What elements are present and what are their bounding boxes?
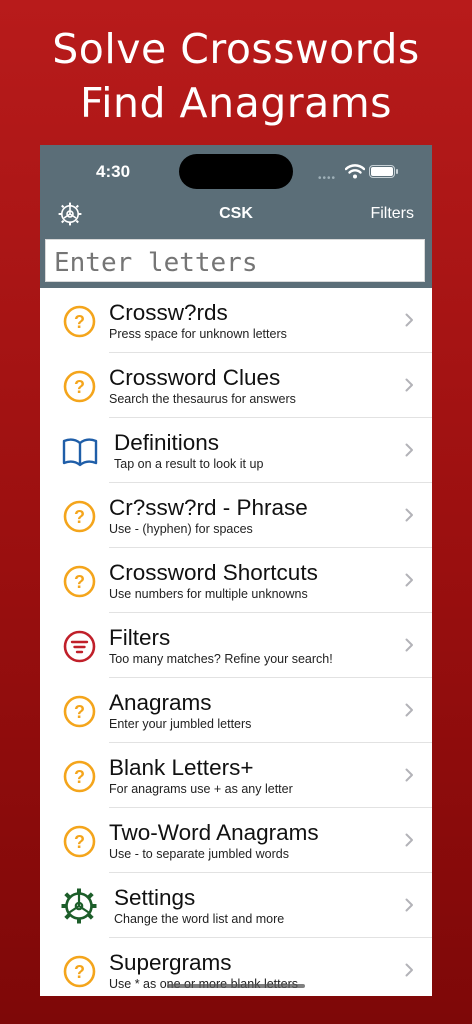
menu-item-title: Crossw?rds	[109, 300, 228, 325]
menu-item-cr-ssw-rd-phrase[interactable]: ? Cr?ssw?rd - Phrase Use - (hyphen) for sp…	[40, 483, 432, 548]
filter-icon	[63, 630, 96, 663]
menu-item-title: Crossword Shortcuts	[109, 560, 318, 585]
menu-item-text: Crossword Clues Search the thesaurus for …	[109, 364, 399, 407]
menu-item-blank-letters[interactable]: ? Blank Letters+ For anagrams use + as any…	[40, 743, 432, 808]
battery-icon	[369, 165, 398, 178]
svg-text:?: ?	[74, 377, 85, 397]
svg-text:?: ?	[74, 832, 85, 852]
chevron-right-icon	[405, 768, 414, 782]
chevron-right-icon	[405, 833, 414, 847]
menu-item-two-word-anagrams[interactable]: ? Two-Word Anagrams Use - to separate jumb…	[40, 808, 432, 873]
menu-item-subtitle: Use - to separate jumbled words	[109, 847, 289, 861]
menu-item-title: Supergrams	[109, 950, 232, 975]
status-time: 4:30	[96, 162, 131, 181]
menu-item-text: Cr?ssw?rd - Phrase Use - (hyphen) for spa…	[109, 494, 399, 537]
cellular-signal-icon: ••••	[318, 173, 337, 184]
menu-item-title: Cr?ssw?rd - Phrase	[109, 495, 308, 520]
menu-item-text: Two-Word Anagrams Use - to separate jumbl…	[109, 819, 399, 862]
menu-item-anagrams[interactable]: ? Anagrams Enter your jumbled letters	[40, 678, 432, 743]
question-circle-icon: ?	[63, 565, 96, 598]
promo-headline: Solve Crosswords Find Anagrams	[0, 22, 472, 130]
menu-item-title: Crossword Clues	[109, 365, 281, 390]
promo-line-1: Solve Crosswords	[52, 25, 420, 73]
menu-item-subtitle: Search the thesaurus for answers	[109, 392, 296, 406]
question-circle-icon: ?	[63, 955, 96, 988]
svg-text:?: ?	[74, 702, 85, 722]
chevron-right-icon	[405, 313, 414, 327]
menu-item-text: Definitions Tap on a result to look it up	[114, 429, 404, 472]
letters-search-input[interactable]	[45, 239, 425, 282]
settings-gear-icon	[61, 888, 97, 924]
svg-text:?: ?	[74, 312, 85, 332]
menu-item-settings[interactable]: Settings Change the word list and more	[40, 873, 432, 938]
menu-item-subtitle: Too many matches? Refine your search!	[109, 652, 333, 666]
menu-item-text: Crossword Shortcuts Use numbers for multi…	[109, 559, 399, 602]
menu-item-title: Blank Letters+	[109, 755, 254, 780]
menu-list: ? Crossw?rds Press space for unknown lette…	[40, 288, 432, 996]
menu-item-text: Settings Change the word list and more	[114, 884, 404, 927]
menu-item-subtitle: Use - (hyphen) for spaces	[109, 522, 253, 536]
question-circle-icon: ?	[63, 305, 96, 338]
menu-item-title: Two-Word Anagrams	[109, 820, 319, 845]
question-circle-icon: ?	[63, 695, 96, 728]
menu-item-subtitle: Tap on a result to look it up	[114, 457, 264, 471]
menu-item-subtitle: Press space for unknown letters	[109, 327, 287, 341]
menu-item-subtitle: Use numbers for multiple unknowns	[109, 587, 308, 601]
question-circle-icon: ?	[63, 760, 96, 793]
chevron-right-icon	[405, 898, 414, 912]
menu-item-crossword-shortcuts[interactable]: ? Crossword Shortcuts Use numbers for mult…	[40, 548, 432, 613]
chevron-right-icon	[405, 703, 414, 717]
menu-item-subtitle: Enter your jumbled letters	[109, 717, 252, 731]
svg-text:?: ?	[74, 962, 85, 982]
menu-item-text: Blank Letters+ For anagrams use + as any …	[109, 754, 399, 797]
menu-item-crossword-clues[interactable]: ? Crossword Clues Search the thesaurus for…	[40, 353, 432, 418]
dynamic-island	[179, 154, 293, 189]
menu-item-definitions[interactable]: Definitions Tap on a result to look it up	[40, 418, 432, 483]
chevron-right-icon	[405, 378, 414, 392]
menu-item-text: Filters Too many matches? Refine your sea…	[109, 624, 399, 667]
menu-item-title: Definitions	[114, 430, 220, 455]
svg-text:?: ?	[74, 507, 85, 527]
wifi-icon	[345, 164, 365, 179]
filters-button[interactable]: Filters	[370, 205, 414, 223]
svg-text:?: ?	[74, 572, 85, 592]
book-icon	[62, 435, 98, 468]
top-bar: 4:30 •••• CSK Filters Enter letters	[40, 145, 432, 288]
menu-item-title: Filters	[109, 625, 171, 650]
menu-item-text: Crossw?rds Press space for unknown letter…	[109, 299, 399, 342]
chevron-right-icon	[405, 963, 414, 977]
home-indicator	[167, 984, 305, 988]
menu-item-crossw-rds[interactable]: ? Crossw?rds Press space for unknown lette…	[40, 288, 432, 353]
menu-item-subtitle: Change the word list and more	[114, 912, 285, 926]
question-circle-icon: ?	[63, 370, 96, 403]
menu-item-title: Anagrams	[109, 690, 212, 715]
chevron-right-icon	[405, 573, 414, 587]
menu-item-title: Settings	[114, 885, 196, 910]
promo-line-2: Find Anagrams	[80, 79, 392, 127]
chevron-right-icon	[405, 638, 414, 652]
menu-item-subtitle: For anagrams use + as any letter	[109, 782, 293, 796]
chevron-right-icon	[405, 443, 414, 457]
question-circle-icon: ?	[63, 500, 96, 533]
chevron-right-icon	[405, 508, 414, 522]
phone-screen: 4:30 •••• CSK Filters Enter letters ? Cr…	[40, 145, 432, 996]
question-circle-icon: ?	[63, 825, 96, 858]
menu-item-filters[interactable]: Filters Too many matches? Refine your sea…	[40, 613, 432, 678]
menu-item-text: Anagrams Enter your jumbled letters	[109, 689, 399, 732]
svg-text:?: ?	[74, 767, 85, 787]
